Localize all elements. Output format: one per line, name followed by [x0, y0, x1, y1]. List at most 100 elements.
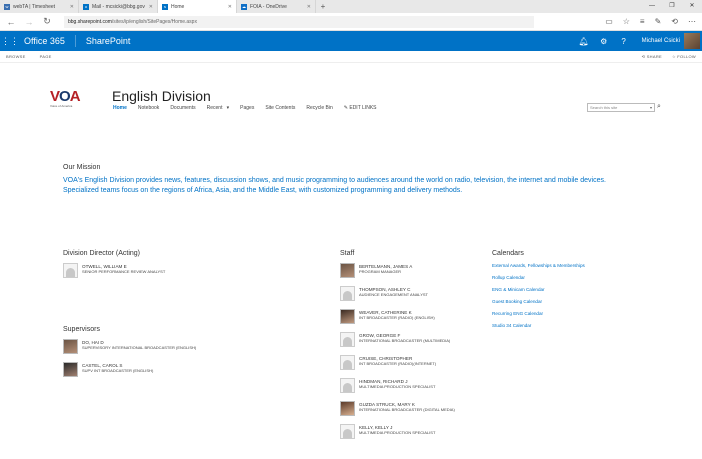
office365-suite-bar: ⋮⋮ Office 365 SharePoint 🔔︎ ⚙ ? Michael …	[0, 31, 702, 51]
person-photo	[63, 339, 78, 354]
refresh-icon[interactable]: ↻	[42, 16, 52, 27]
close-icon[interactable]: ✕	[307, 4, 311, 10]
url-field[interactable]: bbg.sharepoint.com/sites/ip/english/Site…	[64, 15, 534, 28]
person-photo	[63, 362, 78, 377]
person-photo	[340, 263, 355, 278]
minimize-icon[interactable]: —	[642, 0, 662, 13]
person-title: MULTIMEDIA PRODUCTION SPECIALIST	[359, 430, 436, 435]
calendar-link[interactable]: Studio 34 Calendar	[492, 322, 672, 334]
person-card[interactable]: CRUISE, CHRISTOPHER INT BROADCASTER (RADI…	[340, 355, 480, 378]
person-card[interactable]: CASTEL, CAROL S SUPV INT BROADCASTER (ENG…	[63, 362, 303, 385]
follow-button[interactable]: ☆ FOLLOW	[672, 54, 696, 59]
site-search-input[interactable]: Search this site ▾	[587, 103, 655, 112]
person-card[interactable]: HINDMAN, RICHARD J MULTIMEDIA PRODUCTION …	[340, 378, 480, 401]
new-tab-button[interactable]: +	[316, 0, 330, 13]
default-avatar-icon	[340, 378, 355, 393]
help-icon[interactable]: ?	[614, 37, 634, 46]
nav-item-recent[interactable]: Recent ▾	[207, 105, 230, 111]
person-title: SUPV INT BROADCASTER (ENGLISH)	[82, 368, 154, 373]
window-controls: — ❐ ✕	[642, 0, 702, 13]
ribbon-tab-browse[interactable]: BROWSE	[6, 54, 26, 59]
person-card[interactable]: DO, HAI D SUPERVISORY INTERNATIONAL BROAD…	[63, 339, 303, 362]
office365-brand[interactable]: Office 365	[20, 36, 75, 46]
suite-bar-right: 🔔︎ ⚙ ? Michael Csicki	[574, 31, 702, 51]
reading-view-icon[interactable]: ▭	[605, 17, 613, 26]
onedrive-icon: ☁	[241, 3, 247, 10]
dropdown-arrow-icon[interactable]: ▾	[650, 104, 652, 112]
person-title: PROGRAM MANAGER	[359, 269, 402, 274]
browser-tab-strip: w webTA | Timesheet ✕ o Mail - mcsicki@b…	[0, 0, 702, 13]
browser-tab-home[interactable]: s Home ✕	[158, 0, 237, 13]
nav-item-site-contents[interactable]: Site Contents	[265, 105, 295, 111]
follow-label: FOLLOW	[677, 54, 696, 59]
close-window-icon[interactable]: ✕	[682, 0, 702, 13]
web-note-icon[interactable]: ✎	[655, 17, 662, 26]
tab-label: webTA | Timesheet	[13, 3, 56, 10]
supervisors-heading: Supervisors	[63, 326, 100, 333]
user-name[interactable]: Michael Csicki	[634, 38, 684, 44]
default-avatar-icon	[340, 286, 355, 301]
calendar-link[interactable]: Recurring ENG Calendar	[492, 310, 672, 322]
tab-favicon: w	[4, 3, 10, 10]
gear-icon[interactable]: ⚙	[594, 37, 614, 46]
site-title[interactable]: English Division	[112, 88, 211, 104]
person-card[interactable]: GUZDA STRUCK, MARY K INTERNATIONAL BROADC…	[340, 401, 480, 424]
person-card[interactable]: BERTELMANN, JAMES A PROGRAM MANAGER	[340, 263, 480, 286]
search-icon[interactable]: ⌕	[657, 103, 661, 111]
more-icon[interactable]: ⋯	[688, 17, 696, 26]
maximize-icon[interactable]: ❐	[662, 0, 682, 13]
director-section: Division Director (Acting) OTWELL, WILLI…	[63, 250, 303, 286]
share-label: SHARE	[646, 54, 662, 59]
browser-tab-mail[interactable]: o Mail - mcsicki@bbg.gov ✕	[79, 0, 158, 13]
ribbon-tabs: BROWSE PAGE ⟲ SHARE ☆ FOLLOW	[0, 51, 702, 63]
dropdown-arrow-icon: ▾	[226, 105, 230, 111]
close-icon[interactable]: ✕	[149, 4, 153, 10]
forward-icon[interactable]: →	[24, 17, 34, 27]
nav-item-recycle-bin[interactable]: Recycle Bin	[306, 105, 332, 111]
calendar-link[interactable]: External Awards, Fellowships & Membershi…	[492, 262, 672, 274]
nav-item-pages[interactable]: Pages	[240, 105, 254, 111]
mission-section: Our Mission VOA's English Division provi…	[63, 164, 633, 196]
app-launcher-icon[interactable]: ⋮⋮	[0, 31, 20, 51]
search-placeholder: Search this site	[590, 105, 618, 110]
tab-label: Mail - mcsicki@bbg.gov	[92, 3, 145, 10]
favorite-star-icon[interactable]: ☆	[623, 17, 630, 26]
back-icon[interactable]: ←	[6, 17, 16, 27]
person-card[interactable]: OTWELL, WILLIAM E SENIOR PERFORMANCE REVI…	[63, 263, 303, 286]
nav-item-home[interactable]: Home	[113, 105, 127, 111]
calendars-heading: Calendars	[492, 250, 524, 257]
person-card[interactable]: GROW, GEORGE F INTERNATIONAL BROADCASTER …	[340, 332, 480, 355]
nav-item-notebook[interactable]: Notebook	[138, 105, 159, 111]
browser-tab-onedrive[interactable]: ☁ FOIA - OneDrive ✕	[237, 0, 316, 13]
url-host: bbg.sharepoint.com	[68, 18, 112, 25]
person-title: INT BROADCASTER (RADIO) (ENGLISH)	[359, 315, 435, 320]
calendar-link[interactable]: Rollup Calendar	[492, 274, 672, 286]
site-header: VOA Voice of America English Division Ho…	[0, 86, 702, 116]
close-icon[interactable]: ✕	[70, 4, 74, 10]
person-title: INT BROADCASTER (RADIO)(INTERNET)	[359, 361, 437, 366]
nav-item-documents[interactable]: Documents	[170, 105, 195, 111]
share-icon[interactable]: ⟲	[671, 17, 678, 26]
close-icon[interactable]: ✕	[228, 4, 232, 10]
calendar-link[interactable]: ENG & Minicam Calendar	[492, 286, 672, 298]
person-card[interactable]: WEAVER, CATHERINE K INT BROADCASTER (RADI…	[340, 309, 480, 332]
person-title: AUDIENCE ENGAGEMENT ANALYST	[359, 292, 428, 297]
avatar[interactable]	[684, 33, 700, 49]
person-card[interactable]: KELLY, KELLY J MULTIMEDIA PRODUCTION SPEC…	[340, 424, 480, 447]
browser-tab-timesheet[interactable]: w webTA | Timesheet ✕	[0, 0, 79, 13]
share-button[interactable]: ⟲ SHARE	[642, 54, 662, 59]
edit-links-label: EDIT LINKS	[349, 105, 377, 111]
sharepoint-app-link[interactable]: SharePoint	[74, 35, 130, 47]
notification-bell-icon[interactable]: 🔔︎	[574, 37, 594, 46]
logo-caption: Voice of America	[50, 104, 73, 108]
hub-icon[interactable]: ≡	[640, 17, 645, 26]
ribbon-tab-page[interactable]: PAGE	[40, 54, 52, 59]
sharepoint-icon: s	[162, 3, 168, 10]
supervisors-section: Supervisors DO, HAI D SUPERVISORY INTERNA…	[63, 326, 303, 385]
default-avatar-icon	[63, 263, 78, 278]
edit-links-button[interactable]: ✎ EDIT LINKS	[344, 105, 377, 111]
person-card[interactable]: THOMPSON, ASHLEY C AUDIENCE ENGAGEMENT AN…	[340, 286, 480, 309]
calendar-link[interactable]: Guest Booking Calendar	[492, 298, 672, 310]
mission-heading: Our Mission	[63, 164, 101, 171]
voa-logo[interactable]: VOA Voice of America	[50, 88, 86, 108]
